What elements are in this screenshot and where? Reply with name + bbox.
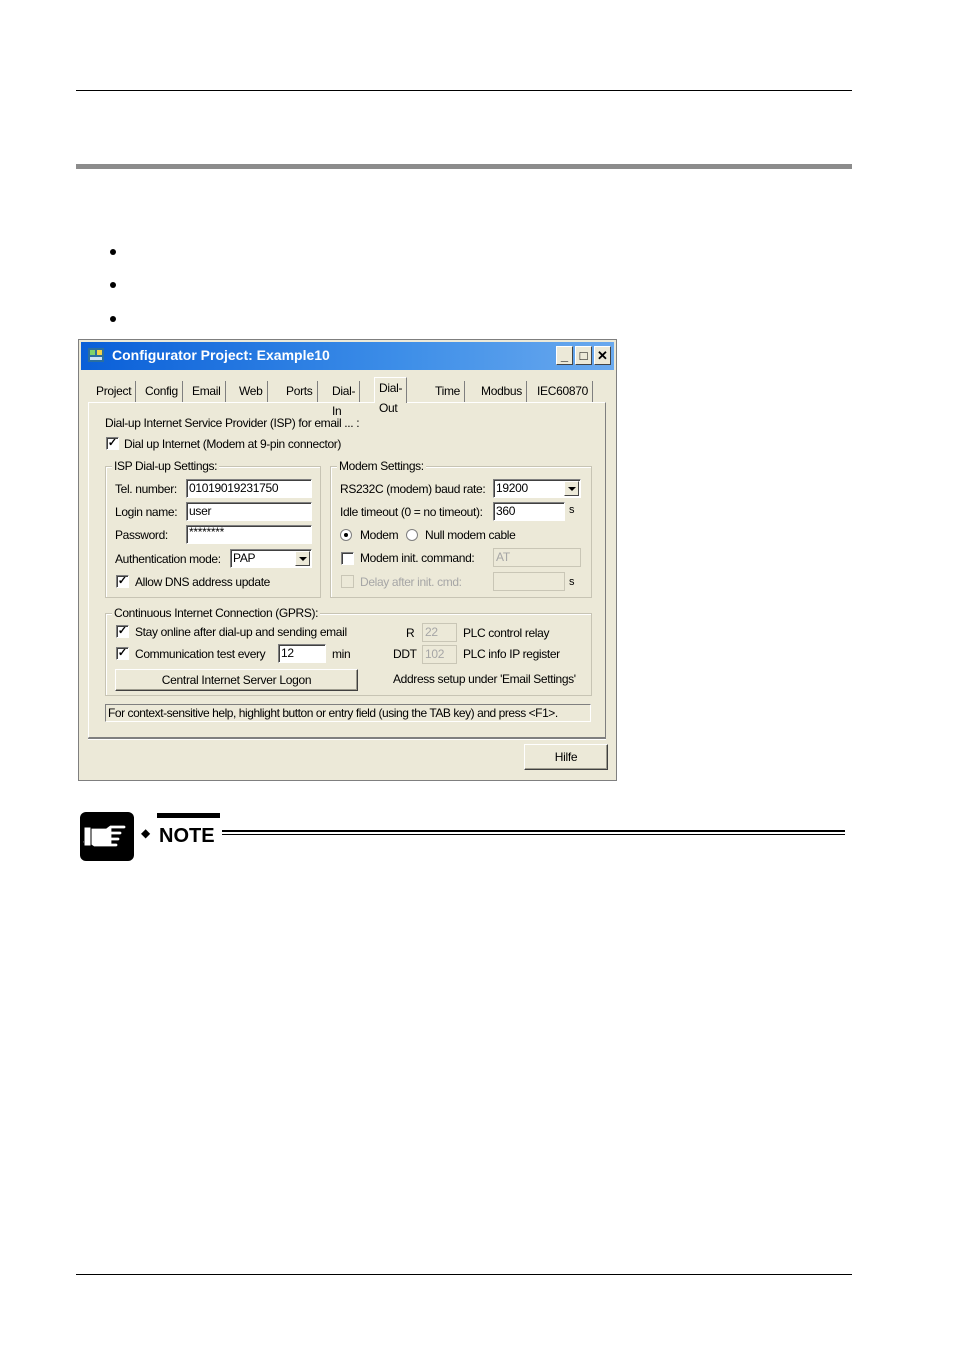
delay-init-checkbox[interactable] [341,575,354,588]
minimize-button[interactable]: _ [556,346,573,365]
tab-iec60870[interactable]: IEC60870 [533,381,593,402]
login-name-label: Login name: [115,505,178,519]
ddt-label: DDT [393,647,417,661]
chevron-down-icon[interactable] [295,551,310,566]
delay-init-unit: s [569,576,575,588]
help-status-text: For context-sensitive help, highlight bu… [105,704,591,722]
isp-heading: Dial-up Internet Service Provider (ISP) … [105,416,360,430]
header-rule [76,90,852,91]
comm-test-label: Communication test every [135,647,266,661]
idle-timeout-label: Idle timeout (0 = no timeout): [340,505,483,519]
ddt-field[interactable]: 102 [422,645,457,664]
comm-test-field[interactable]: 12 [278,644,326,663]
note-rule-thin [222,834,845,835]
close-button[interactable]: ✕ [594,346,611,365]
tab-dial-in[interactable]: Dial-In [328,381,361,418]
r-description: PLC control relay [463,626,550,640]
note-label: NOTE [159,825,215,847]
bullet-3 [110,316,116,322]
baud-rate-value: 19200 [496,481,528,495]
delay-init-label: Delay after init. cmd: [360,575,462,589]
modem-init-label: Modem init. command: [360,551,475,565]
modem-init-checkbox[interactable] [341,552,354,565]
tel-number-field[interactable]: 01019019231750 [186,479,312,498]
app-icon [88,348,104,362]
panel-separator [88,738,606,740]
stay-online-checkbox[interactable]: ✓ [116,625,129,638]
pointing-hand-icon [80,812,134,861]
address-note: Address setup under 'Email Settings' [393,672,576,686]
auth-mode-select[interactable]: PAP [230,549,312,568]
tab-config[interactable]: Config [141,381,183,402]
gprs-group-title: Continuous Internet Connection (GPRS): [112,606,321,620]
bullet-1 [110,249,116,255]
modem-init-field[interactable]: AT [493,548,581,567]
tab-email[interactable]: Email [188,381,226,402]
r-label: R [406,626,415,640]
idle-timeout-unit: s [569,504,575,516]
password-field[interactable]: ******** [186,525,312,544]
dial-up-internet-label: Dial up Internet (Modem at 9-pin connect… [124,437,342,451]
ddt-description: PLC info IP register [463,647,560,661]
baud-rate-select[interactable]: 19200 [493,479,581,498]
auth-mode-label: Authentication mode: [115,552,221,566]
modem-group-title: Modem Settings: [337,459,426,473]
window-title: Configurator Project: Example10 [112,347,330,363]
r-field[interactable]: 22 [422,623,457,642]
note-bar [157,813,220,818]
auth-mode-value: PAP [233,551,256,565]
null-modem-label: Null modem cable [425,528,516,542]
chevron-down-icon[interactable] [564,481,579,496]
bullet-2 [110,282,116,288]
password-label: Password: [115,528,168,542]
stay-online-label: Stay online after dial-up and sending em… [135,625,347,639]
title-bar[interactable]: Configurator Project: Example10 _ □ ✕ [81,342,614,370]
configurator-window: Configurator Project: Example10 _ □ ✕ Pr… [78,339,617,781]
tel-number-label: Tel. number: [115,482,177,496]
tab-web[interactable]: Web [235,381,268,402]
maximize-button[interactable]: □ [575,346,592,365]
diamond-icon: ◆ [141,826,151,840]
login-name-field[interactable]: user [186,502,312,521]
note-rule [222,830,845,832]
modem-radio-label: Modem [360,528,399,542]
tab-dial-out[interactable]: Dial-Out [374,377,408,415]
baud-rate-label: RS232C (modem) baud rate: [340,482,486,496]
tab-modbus[interactable]: Modbus [477,381,527,402]
idle-timeout-field[interactable]: 360 [493,502,565,521]
dns-update-checkbox[interactable]: ✓ [116,575,129,588]
dial-up-internet-checkbox[interactable]: ✓ [106,437,119,450]
isp-group-title: ISP Dial-up Settings: [112,459,220,473]
hilfe-button[interactable]: Hilfe [524,744,608,770]
central-server-logon-button[interactable]: Central Internet Server Logon [115,669,358,691]
tab-time[interactable]: Time [431,381,466,402]
dns-update-label: Allow DNS address update [135,575,271,589]
footer-rule [76,1274,852,1275]
comm-test-unit: min [332,647,351,661]
tab-project[interactable]: Project [92,381,137,402]
section-rule [76,164,852,169]
delay-init-field[interactable] [493,572,565,591]
modem-radio[interactable] [340,529,352,541]
comm-test-checkbox[interactable]: ✓ [116,647,129,660]
null-modem-radio[interactable] [406,529,418,541]
tab-ports[interactable]: Ports [282,381,318,402]
